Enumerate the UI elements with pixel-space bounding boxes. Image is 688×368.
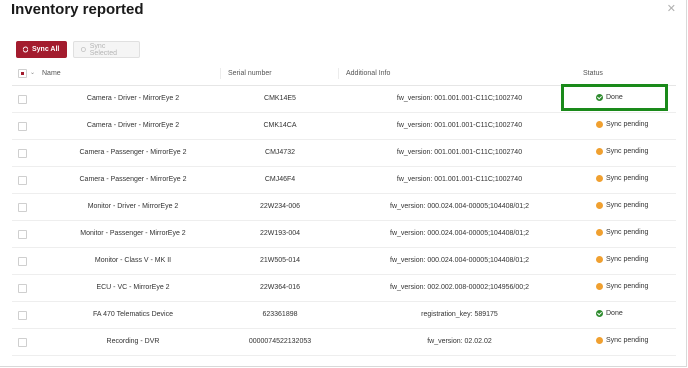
row-checkbox[interactable] bbox=[18, 95, 27, 104]
table-row[interactable]: Camera - Passenger - MirrorEye 2 CMJ4732 f… bbox=[12, 140, 676, 167]
pending-dot-icon bbox=[596, 175, 603, 182]
device-name: Camera - Driver - MirrorEye 2 bbox=[86, 122, 180, 129]
serial-number: 623361898 bbox=[262, 311, 298, 318]
table-row[interactable]: Recording - DVR 0000074522132053 fw_versio… bbox=[12, 329, 676, 356]
device-name: Recording - DVR bbox=[106, 338, 160, 345]
sync-selected-label: Sync Selected bbox=[89, 42, 118, 57]
column-divider bbox=[220, 68, 221, 79]
pending-dot-icon bbox=[596, 337, 603, 344]
additional-info: fw_version: 001.001.001-C11C;1002740 bbox=[396, 149, 523, 156]
device-name: Camera - Passenger - MirrorEye 2 bbox=[79, 149, 187, 156]
highlight-box bbox=[561, 84, 668, 111]
status-badge: Sync pending bbox=[596, 283, 648, 290]
table-row[interactable]: Monitor - Passenger - MirrorEye 2 22W193-… bbox=[12, 221, 676, 248]
status-badge: Sync pending bbox=[596, 148, 648, 155]
inventory-dialog: Inventory reported ✕ Sync All Sync Selec… bbox=[0, 0, 687, 367]
status-label: Sync pending bbox=[606, 121, 649, 128]
table-row[interactable]: FA 470 Telematics Device 623361898 registr… bbox=[12, 302, 676, 329]
status-badge: Sync pending bbox=[596, 256, 648, 263]
row-checkbox[interactable] bbox=[18, 311, 27, 320]
status-badge: Sync pending bbox=[596, 175, 648, 182]
sync-icon bbox=[22, 46, 29, 53]
table-row[interactable]: ECU - VC - MirrorEye 2 22W364-016 fw_versi… bbox=[12, 275, 676, 302]
additional-info: fw_version: 000.024.004-00005;104408/01;… bbox=[390, 257, 529, 264]
status-badge: Done bbox=[596, 310, 623, 317]
serial-number: CMJ46F4 bbox=[264, 176, 296, 183]
serial-number: 22W234-006 bbox=[259, 203, 301, 210]
status-badge: Sync pending bbox=[596, 121, 648, 128]
pending-dot-icon bbox=[596, 202, 603, 209]
pending-dot-icon bbox=[596, 256, 603, 263]
table-body: Camera - Driver - MirrorEye 2 CMK14E5 fw_v… bbox=[12, 86, 676, 356]
status-label: Sync pending bbox=[606, 229, 649, 236]
status-label: Sync pending bbox=[606, 202, 649, 209]
device-name: Camera - Passenger - MirrorEye 2 bbox=[79, 176, 187, 183]
row-checkbox[interactable] bbox=[18, 203, 27, 212]
row-checkbox[interactable] bbox=[18, 122, 27, 131]
status-badge: Sync pending bbox=[596, 202, 648, 209]
status-badge: Sync pending bbox=[596, 337, 648, 344]
pending-dot-icon bbox=[596, 148, 603, 155]
header-info[interactable]: Additional Info bbox=[346, 70, 390, 77]
serial-number: CMK14E5 bbox=[264, 95, 296, 102]
sync-selected-button[interactable]: Sync Selected bbox=[73, 41, 140, 58]
table-row[interactable]: Camera - Passenger - MirrorEye 2 CMJ46F4 f… bbox=[12, 167, 676, 194]
column-divider bbox=[338, 68, 339, 79]
select-all-checkbox[interactable] bbox=[18, 69, 27, 78]
header-name[interactable]: Name bbox=[42, 70, 61, 77]
serial-number: CMJ4732 bbox=[265, 149, 295, 156]
status-label: Sync pending bbox=[606, 256, 649, 263]
sync-all-button[interactable]: Sync All bbox=[16, 41, 67, 58]
header-serial[interactable]: Serial number bbox=[228, 70, 272, 77]
serial-number: CMK14CA bbox=[263, 122, 297, 129]
additional-info: fw_version: 02.02.02 bbox=[427, 338, 492, 345]
device-name: Monitor - Passenger - MirrorEye 2 bbox=[80, 230, 186, 237]
sync-all-label: Sync All bbox=[32, 46, 60, 53]
close-icon[interactable]: ✕ bbox=[667, 2, 676, 15]
table-row[interactable]: Camera - Driver - MirrorEye 2 CMK14CA fw_v… bbox=[12, 113, 676, 140]
scrollbar[interactable] bbox=[0, 357, 686, 366]
row-checkbox[interactable] bbox=[18, 257, 27, 266]
status-label: Done bbox=[606, 310, 623, 317]
additional-info: fw_version: 002.002.008-00002;104956/00;… bbox=[390, 284, 529, 291]
sync-icon bbox=[80, 47, 86, 52]
additional-info: fw_version: 001.001.001-C11C;1002740 bbox=[396, 95, 523, 102]
row-checkbox[interactable] bbox=[18, 230, 27, 239]
device-name: Monitor - Class V - MK II bbox=[94, 257, 172, 264]
status-label: Sync pending bbox=[606, 148, 649, 155]
pending-dot-icon bbox=[596, 121, 603, 128]
row-checkbox[interactable] bbox=[18, 284, 27, 293]
row-checkbox[interactable] bbox=[18, 149, 27, 158]
device-name: Monitor - Driver - MirrorEye 2 bbox=[87, 203, 179, 210]
pending-dot-icon bbox=[596, 283, 603, 290]
table-row[interactable]: Monitor - Class V - MK II 21W505-014 fw_ve… bbox=[12, 248, 676, 275]
serial-number: 0000074522132053 bbox=[248, 338, 312, 345]
device-name: Camera - Driver - MirrorEye 2 bbox=[86, 95, 180, 102]
status-label: Sync pending bbox=[606, 283, 649, 290]
additional-info: registration_key: 589175 bbox=[421, 311, 498, 318]
device-name: ECU - VC - MirrorEye 2 bbox=[96, 284, 170, 291]
check-circle-icon bbox=[596, 310, 603, 317]
additional-info: fw_version: 001.001.001-C11C;1002740 bbox=[396, 122, 523, 129]
status-badge: Sync pending bbox=[596, 229, 648, 236]
header-status[interactable]: Status bbox=[583, 70, 603, 77]
status-label: Sync pending bbox=[606, 175, 649, 182]
pending-dot-icon bbox=[596, 229, 603, 236]
serial-number: 22W193-004 bbox=[259, 230, 301, 237]
status-label: Sync pending bbox=[606, 337, 649, 344]
additional-info: fw_version: 000.024.004-00005;104408/01;… bbox=[390, 203, 529, 210]
serial-number: 21W505-014 bbox=[259, 257, 301, 264]
additional-info: fw_version: 001.001.001-C11C;1002740 bbox=[396, 176, 523, 183]
chevron-down-icon[interactable]: ⌄ bbox=[30, 69, 35, 76]
table-row[interactable]: Monitor - Driver - MirrorEye 2 22W234-006… bbox=[12, 194, 676, 221]
serial-number: 22W364-016 bbox=[259, 284, 301, 291]
table-header: ⌄ Name Serial number Additional Info Sta… bbox=[12, 63, 676, 86]
row-checkbox[interactable] bbox=[18, 176, 27, 185]
dialog-title: Inventory reported bbox=[11, 1, 144, 18]
row-checkbox[interactable] bbox=[18, 338, 27, 347]
device-name: FA 470 Telematics Device bbox=[92, 311, 174, 318]
additional-info: fw_version: 000.024.004-00005;104408/01;… bbox=[390, 230, 529, 237]
